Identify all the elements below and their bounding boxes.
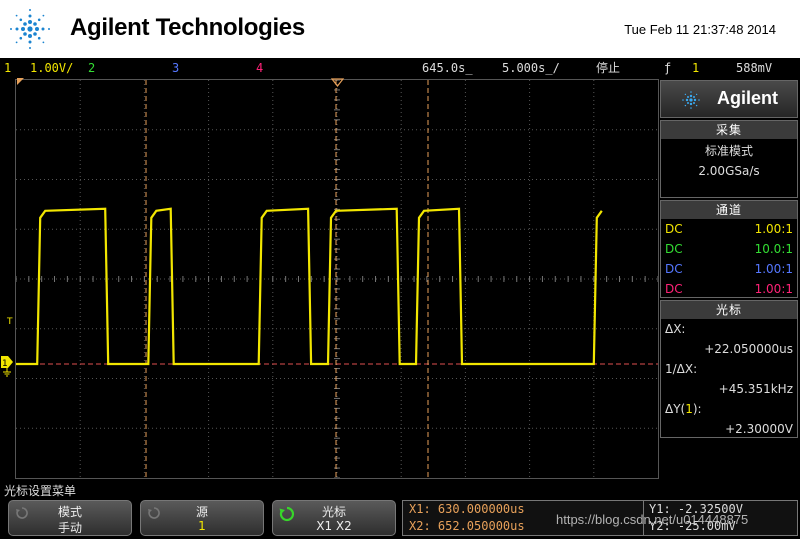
ground-symbol-icon	[3, 368, 11, 377]
cursors-title: 光标	[661, 301, 797, 319]
ch3-coupling: DC	[665, 262, 683, 276]
ch2-probe-ratio: 10.0:1	[754, 242, 793, 256]
ch1-scale[interactable]: 1.00V/	[30, 58, 73, 78]
inverse-delta-x-label: 1/ΔX:	[665, 362, 698, 376]
header-bar: Agilent Technologies Tue Feb 11 21:37:48…	[0, 0, 800, 58]
ch3-probe-ratio: 1.00:1	[754, 262, 793, 276]
agilent-spark-logo-icon	[10, 9, 50, 49]
graticule-grid	[15, 79, 659, 479]
ch1-marker-label: 1	[2, 359, 8, 369]
cursors-softkey-label: 光标	[321, 505, 346, 519]
cursors-softkey[interactable]: 光标 X1 X2	[272, 500, 396, 536]
left-reference-marker-icon	[17, 78, 24, 85]
datetime-display: Tue Feb 11 21:37:48 2014	[624, 22, 776, 37]
trigger-slope-icon: ƒ	[664, 61, 672, 75]
run-state: 停止	[596, 61, 621, 75]
delta-x-label: ΔX:	[665, 322, 686, 336]
acquire-title: 采集	[661, 121, 797, 139]
ch1-number[interactable]: 1	[4, 58, 11, 78]
ch1-probe-ratio: 1.00:1	[754, 222, 793, 236]
waveform-graticule	[15, 79, 659, 479]
channel-row-2[interactable]: DC 10.0:1	[661, 239, 797, 259]
side-logo-text: Agilent	[717, 88, 778, 108]
trigger-source: 1	[692, 61, 700, 75]
cursors-softkey-value: X1 X2	[316, 519, 352, 533]
acquire-panel[interactable]: 采集 标准模式 2.00GSa/s	[660, 120, 798, 198]
mode-softkey-label: 模式	[57, 505, 82, 519]
delta-y-value: +2.30000V	[725, 422, 793, 436]
delta-y-channel: 1	[685, 402, 693, 416]
source-softkey-value: 1	[198, 519, 206, 533]
channels-title: 通道	[661, 201, 797, 219]
ch4-probe-ratio: 1.00:1	[754, 282, 793, 296]
trigger-level-marker[interactable]: T	[6, 317, 13, 327]
ch4-number[interactable]: 4	[256, 58, 263, 78]
menu-title: 光标设置菜单	[4, 484, 77, 498]
timebase-scale[interactable]: 5.000s̲/	[502, 58, 560, 78]
delta-y-label: ΔY(1):	[661, 399, 797, 419]
side-panel: Agilent 采集 标准模式 2.00GSa/s 通道 DC 1.00:1 D…	[660, 80, 800, 480]
side-logo-panel: Agilent	[660, 80, 798, 118]
waveform-display[interactable]	[15, 79, 659, 479]
channel-row-1[interactable]: DC 1.00:1	[661, 219, 797, 239]
status-bar: 1 1.00V/ 2 3 4 645.0s̲ 5.000s̲/ 停止 ƒ 1 5…	[0, 58, 800, 78]
source-softkey[interactable]: 源 1	[140, 500, 264, 536]
delta-y-label-suffix: ):	[692, 402, 702, 416]
ch1-coupling: DC	[665, 222, 683, 236]
acquire-mode: 标准模式	[704, 144, 753, 158]
channel-row-4[interactable]: DC 1.00:1	[661, 279, 797, 299]
watermark-text: https://blog.csdn.net/u014448875	[556, 512, 749, 527]
ch1-waveform-trace	[16, 207, 603, 366]
mode-softkey[interactable]: 模式 手动	[8, 500, 132, 536]
delta-y-label-prefix: ΔY(	[665, 402, 686, 416]
ch3-number[interactable]: 3	[172, 58, 179, 78]
trigger-position-marker-icon[interactable]	[330, 78, 345, 87]
top-markers	[17, 78, 345, 87]
trigger-level[interactable]: 588mV	[736, 58, 772, 78]
ch4-coupling: DC	[665, 282, 683, 296]
mode-softkey-value: 手动	[57, 521, 82, 535]
inverse-delta-x-value: +45.351kHz	[718, 382, 793, 396]
channel-row-3[interactable]: DC 1.00:1	[661, 259, 797, 279]
sample-rate: 2.00GSa/s	[698, 164, 760, 178]
cursor-x2-readout: X2: 652.050000us	[409, 519, 525, 533]
source-softkey-label: 源	[195, 505, 208, 519]
agilent-spark-small-icon	[682, 91, 700, 109]
cursors-panel[interactable]: 光标 ΔX: +22.050000us 1/ΔX: +45.351kHz ΔY(…	[660, 300, 798, 438]
time-delay[interactable]: 645.0s̲	[422, 58, 473, 78]
softkey-bar: 光标设置菜单 模式 手动 源 1 光标 X1 X2 X1: 630.000000…	[0, 480, 800, 539]
delta-x-value: +22.050000us	[704, 342, 793, 356]
channels-panel[interactable]: 通道 DC 1.00:1 DC 10.0:1 DC 1.00:1 DC 1.00…	[660, 200, 798, 298]
left-markers: T 1	[1, 317, 13, 377]
ch2-number[interactable]: 2	[88, 58, 95, 78]
brand-name: Agilent Technologies	[70, 14, 305, 41]
ch2-coupling: DC	[665, 242, 683, 256]
cursor-x1-readout: X1: 630.000000us	[409, 502, 525, 516]
